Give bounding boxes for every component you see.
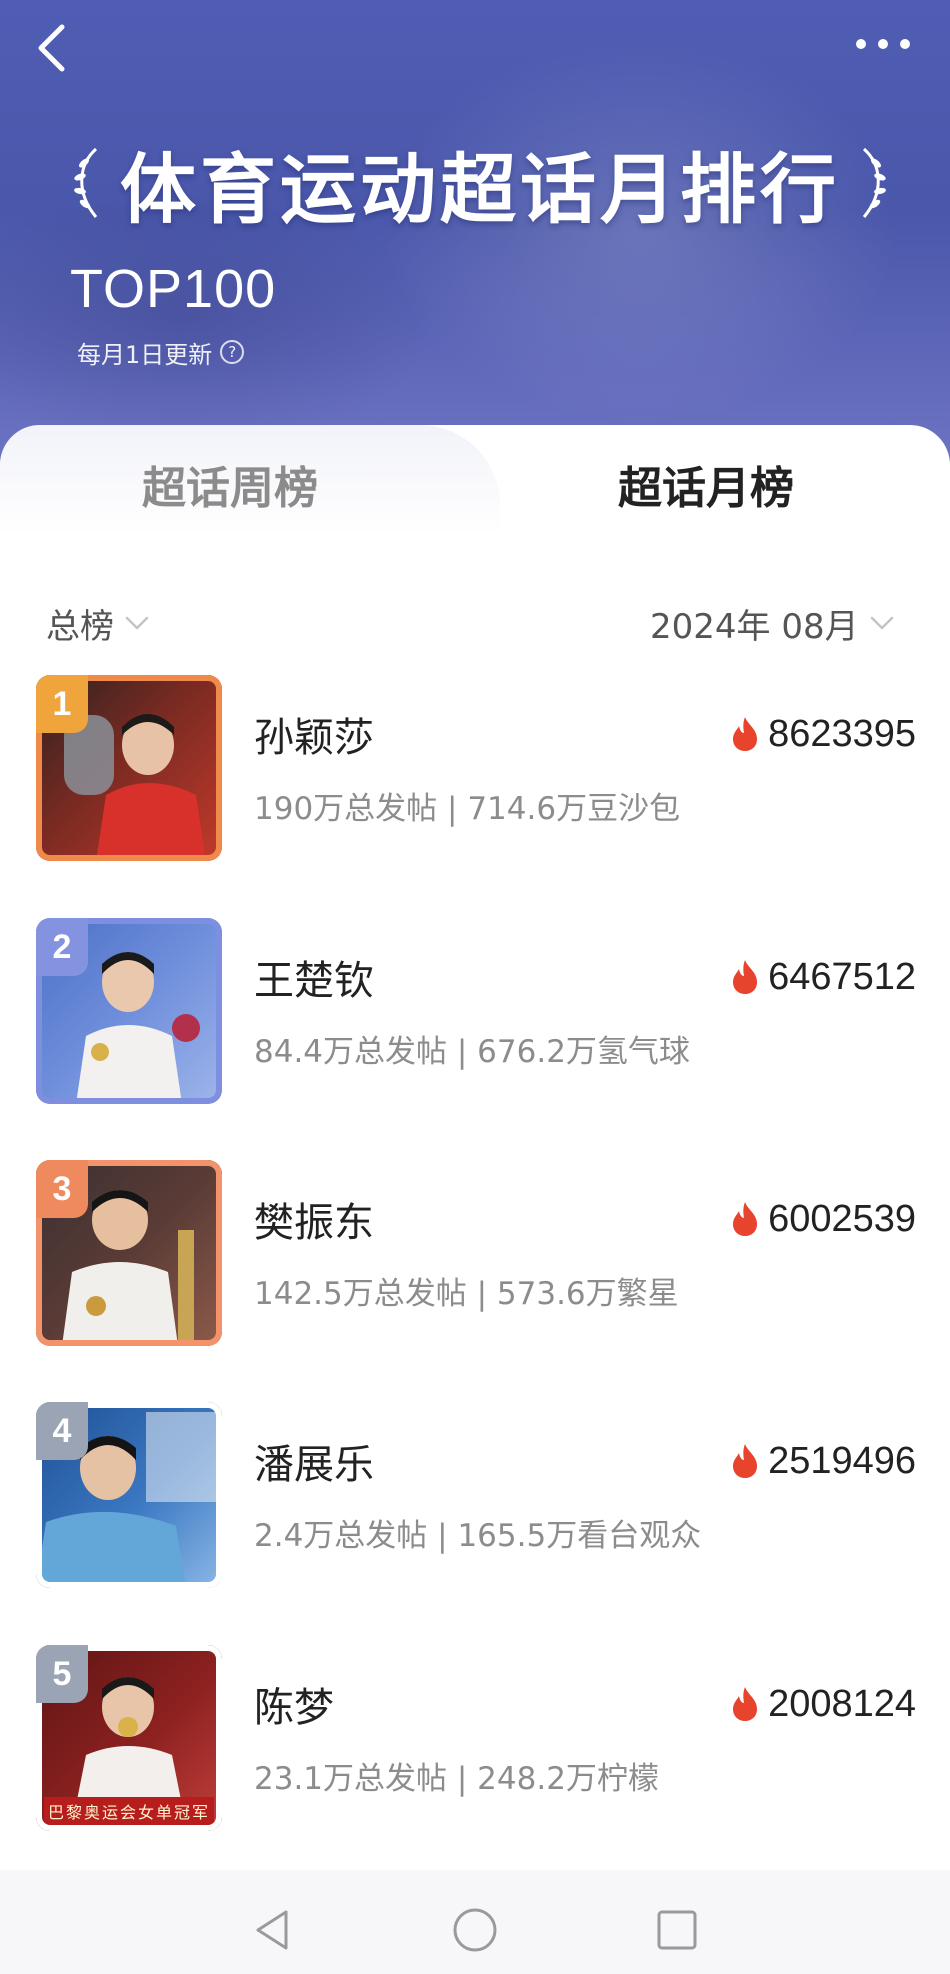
top100-label: TOP100 (70, 259, 277, 319)
heat-score: 2008124 (730, 1681, 916, 1727)
athlete-stats: 84.4万总发帖 | 676.2万氢气球 (254, 1034, 690, 1070)
period-dropdown[interactable]: 2024年 08月 (650, 598, 895, 648)
athlete-stats: 23.1万总发帖 | 248.2万柠檬 (254, 1761, 659, 1797)
athlete-name[interactable]: 潘展乐 (254, 1432, 374, 1490)
avatar: 3 (36, 1160, 222, 1346)
list-item[interactable]: 2 王楚钦 84.4万总发帖 | 676.2万氢气球 6467512 (36, 918, 916, 1108)
list-item[interactable]: 巴黎奥运会女单冠军 5 陈梦 23.1万总发帖 | 248.2万柠檬 20081… (36, 1645, 916, 1835)
chevron-left-icon (38, 24, 65, 72)
fire-icon (733, 960, 758, 994)
tab-weekly-label: 超话周榜 (142, 463, 318, 514)
period-label: 2024年 08月 (650, 606, 859, 647)
more-dots-icon (856, 39, 910, 49)
heat-score: 8623395 (730, 711, 916, 757)
triangle-back-icon (256, 1910, 288, 1950)
heat-score-value: 8623395 (768, 712, 916, 755)
list-item[interactable]: 3 樊振东 142.5万总发帖 | 573.6万繁星 6002539 (36, 1160, 916, 1350)
chevron-down-icon (125, 616, 149, 630)
athlete-name[interactable]: 王楚钦 (254, 948, 374, 1006)
athlete-stats: 2.4万总发帖 | 165.5万看台观众 (254, 1518, 702, 1554)
athlete-stats: 190万总发帖 | 714.6万豆沙包 (254, 791, 681, 827)
fire-icon (733, 1202, 758, 1236)
laurel-left-icon (74, 147, 98, 218)
more-options-button[interactable] (846, 24, 920, 64)
athlete-name[interactable]: 樊振东 (254, 1190, 374, 1248)
heat-score-value: 2008124 (768, 1682, 916, 1725)
header-banner: 体育运动超话月排行 TOP100 每月1日更新 ? (0, 0, 950, 470)
athlete-name[interactable]: 陈梦 (254, 1675, 334, 1733)
rank-badge: 2 (36, 918, 88, 976)
laurel-right-icon (862, 147, 886, 218)
heat-score: 2519496 (730, 1438, 916, 1484)
nav-recents-button[interactable] (647, 1900, 707, 1960)
avatar: 4 (36, 1402, 222, 1588)
title-block: 体育运动超话月排行 (60, 128, 900, 238)
avatar: 巴黎奥运会女单冠军 5 (36, 1645, 222, 1831)
category-label: 总榜 (46, 606, 114, 647)
tab-weekly[interactable]: 超话周榜 (142, 452, 318, 522)
list-item[interactable]: 1 孙颖莎 190万总发帖 | 714.6万豆沙包 8623395 (36, 675, 916, 865)
page: 体育运动超话月排行 TOP100 每月1日更新 ? 超话周榜 超话月榜 总榜 2… (0, 0, 950, 1974)
heat-score: 6467512 (730, 954, 916, 1000)
heat-score-value: 6002539 (768, 1197, 916, 1240)
question-circle-icon[interactable]: ? (220, 340, 245, 364)
tab-monthly[interactable]: 超话月榜 (614, 452, 810, 522)
update-note: 每月1日更新 ? (77, 334, 245, 370)
athlete-stats: 142.5万总发帖 | 573.6万繁星 (254, 1276, 679, 1312)
rank-badge: 4 (36, 1402, 88, 1460)
rank-badge: 5 (36, 1645, 88, 1703)
back-button[interactable] (26, 18, 76, 78)
fire-icon (733, 1444, 758, 1478)
heat-score-value: 6467512 (768, 955, 916, 998)
category-dropdown[interactable]: 总榜 (46, 598, 150, 648)
avatar: 1 (36, 675, 222, 861)
heat-score: 6002539 (730, 1196, 916, 1242)
avatar: 2 (36, 918, 222, 1104)
chevron-down-icon (870, 616, 893, 630)
fire-icon (733, 1687, 758, 1721)
list-item[interactable]: 4 潘展乐 2.4万总发帖 | 165.5万看台观众 2519496 (36, 1402, 916, 1592)
nav-back-button[interactable] (242, 1900, 302, 1960)
heat-score-value: 2519496 (768, 1439, 916, 1482)
square-recents-icon (657, 1910, 697, 1950)
fire-icon (733, 717, 758, 751)
nav-home-button[interactable] (445, 1900, 505, 1960)
rank-badge: 3 (36, 1160, 88, 1218)
update-note-text: 每月1日更新 (77, 340, 213, 369)
page-title: 体育运动超话月排行 (120, 145, 840, 234)
circle-home-icon (453, 1908, 497, 1952)
tab-monthly-label: 超话月榜 (618, 463, 794, 514)
rank-badge: 1 (36, 675, 88, 733)
athlete-name[interactable]: 孙颖莎 (254, 705, 374, 763)
